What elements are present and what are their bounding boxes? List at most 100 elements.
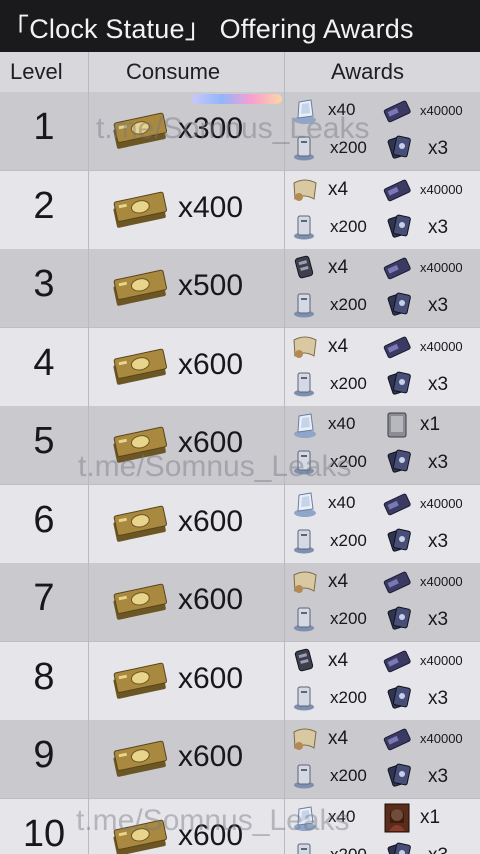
- consume-quantity: x500: [178, 269, 244, 302]
- header-awards: Awards: [331, 59, 404, 84]
- award-quantity: x40000: [420, 103, 463, 118]
- pillar-icon: [290, 446, 320, 476]
- award-quantity: x3: [428, 295, 449, 316]
- title-bar: 「Clock Statue」 Offering Awards: [0, 0, 480, 48]
- row-level: 4: [33, 341, 55, 384]
- award-quantity: x40000: [420, 181, 463, 197]
- award-quantity: x200: [330, 295, 367, 314]
- award-quantity: x4: [328, 728, 349, 749]
- consume-quantity: x600: [178, 818, 244, 852]
- award-quantity: x40: [328, 806, 356, 826]
- pillar-icon: [290, 525, 320, 555]
- award-quantity: x3: [428, 373, 449, 395]
- table-row: 3 x500 x4 x40000 x200 x3: [0, 249, 480, 328]
- consume-quantity: x600: [178, 426, 244, 459]
- row-level: 2: [33, 184, 55, 227]
- award-quantity: x40000: [420, 652, 463, 668]
- award-quantity: x200: [330, 844, 367, 854]
- scroll-icon: [290, 724, 320, 754]
- page-title: 「Clock Statue」 Offering Awards: [2, 14, 414, 44]
- cards-icon: [384, 603, 414, 633]
- pillar-icon: [290, 760, 320, 790]
- coin-icon: [108, 267, 172, 309]
- award-quantity: x4: [328, 649, 349, 671]
- crystal-icon: [290, 489, 320, 519]
- card-icon: [382, 175, 412, 205]
- award-quantity: x40000: [420, 260, 463, 275]
- award-quantity: x200: [330, 452, 367, 471]
- cards-icon: [384, 839, 414, 854]
- coin-icon: [108, 581, 172, 623]
- award-quantity: x3: [428, 138, 449, 159]
- row-level: 7: [33, 577, 55, 619]
- coin-icon: [108, 424, 172, 466]
- crystal-icon: [290, 803, 320, 833]
- card-icon: [382, 489, 412, 519]
- table-row: 4 x600 x4 x40000 x200 x3: [0, 327, 480, 407]
- cards-icon: [384, 211, 414, 241]
- consume-quantity: x600: [178, 504, 244, 538]
- consume-quantity: x600: [178, 740, 244, 773]
- card-icon: [382, 253, 412, 283]
- portrait-icon: [382, 803, 412, 833]
- award-quantity: x40: [328, 414, 356, 433]
- award-quantity: x40000: [420, 338, 463, 354]
- table-row: 8 x600 x4 x40000 x200 x3: [0, 641, 480, 721]
- award-quantity: x200: [330, 766, 367, 785]
- coin-icon: [108, 110, 172, 152]
- pillar-icon: [290, 289, 320, 319]
- award-quantity: x40000: [420, 495, 463, 511]
- consume-quantity: x400: [178, 190, 244, 224]
- award-quantity: x4: [328, 335, 349, 357]
- consume-quantity: x600: [178, 583, 244, 616]
- award-quantity: x40000: [420, 574, 463, 589]
- award-quantity: x3: [428, 687, 449, 709]
- award-quantity: x200: [330, 216, 367, 236]
- card-icon: [382, 646, 412, 676]
- table-row: 9 x600 x4 x40000 x200 x3: [0, 720, 480, 799]
- column-divider: [88, 52, 89, 854]
- pillar-icon: [290, 839, 320, 854]
- table-row: 6 x600 x40 x40000 x200 x3: [0, 484, 480, 564]
- coin-icon: [108, 503, 172, 545]
- award-quantity: x4: [328, 571, 349, 592]
- coin-icon: [108, 346, 172, 388]
- row-level: 9: [33, 734, 55, 776]
- award-quantity: x3: [428, 609, 449, 630]
- award-quantity: x200: [330, 687, 367, 707]
- crystal-icon: [290, 410, 320, 440]
- card-icon: [382, 567, 412, 597]
- cards-icon: [384, 525, 414, 555]
- consume-quantity: x600: [178, 661, 244, 695]
- award-quantity: x1: [420, 414, 441, 435]
- award-quantity: x4: [328, 178, 349, 200]
- award-quantity: x200: [330, 138, 367, 157]
- coin-icon: [108, 660, 172, 702]
- table-row: 2 x400 x4 x40000 x200 x3: [0, 170, 480, 250]
- award-quantity: x3: [428, 530, 449, 552]
- gauntlet-icon: [290, 253, 320, 283]
- row-level: 8: [33, 655, 55, 698]
- coin-icon: [108, 817, 172, 854]
- award-quantity: x4: [328, 257, 349, 278]
- cards-icon: [384, 132, 414, 162]
- table-row: 7 x600 x4 x40000 x200 x3: [0, 563, 480, 642]
- scroll-icon: [290, 332, 320, 362]
- card-icon: [382, 332, 412, 362]
- row-level: 1: [33, 106, 55, 148]
- row-level: 3: [33, 263, 55, 305]
- scroll-icon: [290, 175, 320, 205]
- row-level: 10: [22, 812, 66, 854]
- column-divider: [284, 52, 285, 854]
- glow-effect: [192, 94, 282, 104]
- pillar-icon: [290, 368, 320, 398]
- table-row: 10 x600 x40 x1 x200 x3: [0, 798, 480, 854]
- scroll-icon: [290, 567, 320, 597]
- pillar-icon: [290, 682, 320, 712]
- header-consume: Consume: [126, 59, 221, 84]
- awards-table: Level Consume Awards 1 x300 x40 x40000 x200 x…: [0, 52, 480, 854]
- award-quantity: x200: [330, 609, 367, 628]
- coin-icon: [108, 189, 172, 231]
- consume-quantity: x300: [178, 112, 244, 145]
- award-quantity: x3: [428, 845, 448, 854]
